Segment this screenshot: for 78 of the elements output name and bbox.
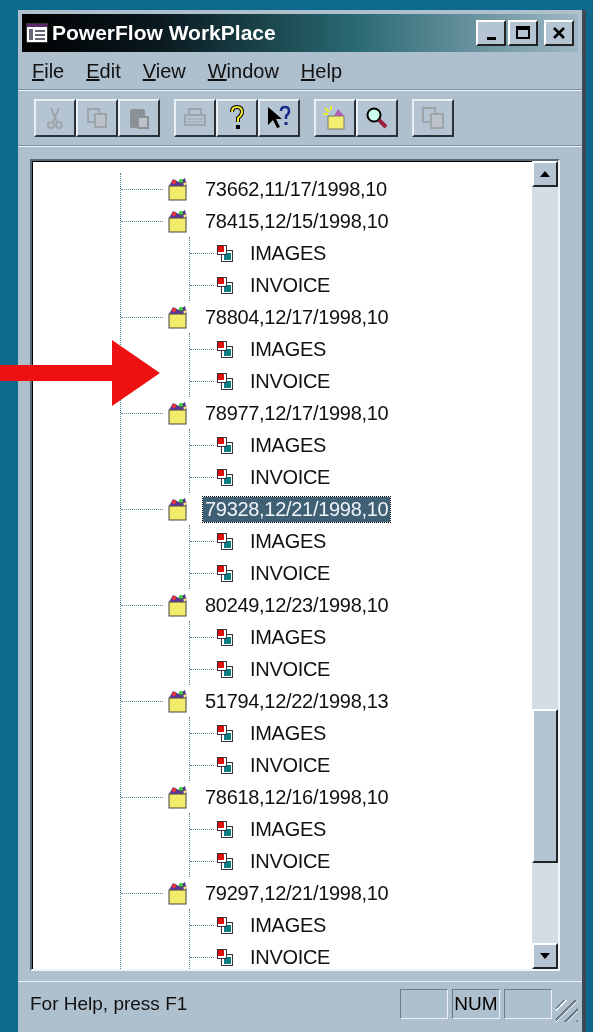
- close-button[interactable]: [544, 20, 574, 46]
- documents-icon: [216, 276, 234, 294]
- question-mark-icon: [229, 105, 245, 131]
- documents-icon: [216, 660, 234, 678]
- tree-item[interactable]: INVOICE: [248, 752, 333, 778]
- clipboard-icon: [128, 106, 150, 130]
- tree-item[interactable]: 78415,12/15/1998,10: [203, 208, 391, 234]
- tree-item[interactable]: INVOICE: [248, 848, 333, 874]
- menu-item[interactable]: Edit: [86, 60, 121, 83]
- pointer-help-icon: [266, 105, 292, 131]
- copy-icon: [86, 107, 108, 129]
- tree-item[interactable]: INVOICE: [248, 944, 333, 969]
- documents-icon: [216, 756, 234, 774]
- minimize-icon: [486, 36, 496, 40]
- tree-item[interactable]: 73662,11/17/1998,10: [203, 176, 389, 202]
- tree-item[interactable]: 78977,12/17/1998,10: [203, 400, 391, 426]
- tree-item[interactable]: 79297,12/21/1998,10: [203, 880, 391, 906]
- sparkle-box-icon: [322, 105, 348, 131]
- scroll-thumb[interactable]: [532, 709, 558, 863]
- documents-icon: [216, 436, 234, 454]
- tree-item[interactable]: IMAGES: [248, 912, 328, 938]
- status-panel: [504, 989, 552, 1019]
- scissors-icon: [45, 106, 65, 130]
- tree-item[interactable]: 80249,12/23/1998,10: [203, 592, 391, 618]
- minimize-button[interactable]: [476, 20, 506, 46]
- tree-item[interactable]: INVOICE: [248, 464, 333, 490]
- tree-item[interactable]: INVOICE: [248, 656, 333, 682]
- menu-item[interactable]: Window: [207, 60, 279, 83]
- documents-icon: [216, 724, 234, 742]
- documents-icon: [216, 372, 234, 390]
- tree-item[interactable]: 78804,12/17/1998,10: [203, 304, 391, 330]
- status-panel: [400, 989, 448, 1019]
- tree-item[interactable]: IMAGES: [248, 528, 328, 554]
- tree-item[interactable]: INVOICE: [248, 560, 333, 586]
- tree-item[interactable]: IMAGES: [248, 240, 328, 266]
- down-arrow-icon: [540, 953, 550, 959]
- up-arrow-icon: [540, 171, 550, 177]
- tree-item[interactable]: IMAGES: [248, 336, 328, 362]
- tree-item[interactable]: INVOICE: [248, 368, 333, 394]
- status-indicator: NUM: [452, 989, 500, 1019]
- menu-item[interactable]: File: [32, 60, 65, 83]
- documents-icon: [216, 948, 234, 966]
- documents-icon: [216, 820, 234, 838]
- scrollbar[interactable]: [532, 161, 558, 969]
- maximize-button[interactable]: [508, 20, 538, 46]
- scroll-down-button[interactable]: [532, 943, 558, 969]
- tree-item[interactable]: 78618,12/16/1998,10: [203, 784, 391, 810]
- documents-icon: [216, 532, 234, 550]
- question-mark-button[interactable]: [216, 99, 258, 137]
- tree-item[interactable]: IMAGES: [248, 816, 328, 842]
- pointer-help-button[interactable]: [258, 99, 300, 137]
- maximize-icon: [515, 25, 531, 41]
- documents-icon: [216, 244, 234, 262]
- printer-icon: [183, 107, 207, 129]
- documents-icon: [216, 564, 234, 582]
- app-icon: [26, 23, 48, 43]
- documents-icon: [216, 628, 234, 646]
- status-text: For Help, press F1: [30, 993, 189, 1015]
- search-button[interactable]: [356, 99, 398, 137]
- scroll-up-button[interactable]: [532, 161, 558, 187]
- menu-item[interactable]: View: [142, 60, 186, 83]
- menu-item[interactable]: Help: [300, 60, 342, 83]
- resize-grip[interactable]: [556, 1000, 578, 1022]
- documents-icon: [216, 468, 234, 486]
- windows-icon: [421, 106, 445, 130]
- close-icon: [551, 25, 567, 41]
- sparkle-box-button[interactable]: [314, 99, 356, 137]
- tree-item[interactable]: 79328,12/21/1998,10: [203, 496, 391, 522]
- tree-item[interactable]: IMAGES: [248, 432, 328, 458]
- documents-icon: [216, 852, 234, 870]
- tree-item[interactable]: IMAGES: [248, 624, 328, 650]
- tree-item[interactable]: 51794,12/22/1998,13: [203, 688, 391, 714]
- documents-icon: [216, 340, 234, 358]
- tree-item[interactable]: INVOICE: [248, 272, 333, 298]
- search-icon: [365, 106, 389, 130]
- window-title: PowerFlow WorkPlace: [52, 21, 277, 45]
- tree-item[interactable]: IMAGES: [248, 720, 328, 746]
- documents-icon: [216, 916, 234, 934]
